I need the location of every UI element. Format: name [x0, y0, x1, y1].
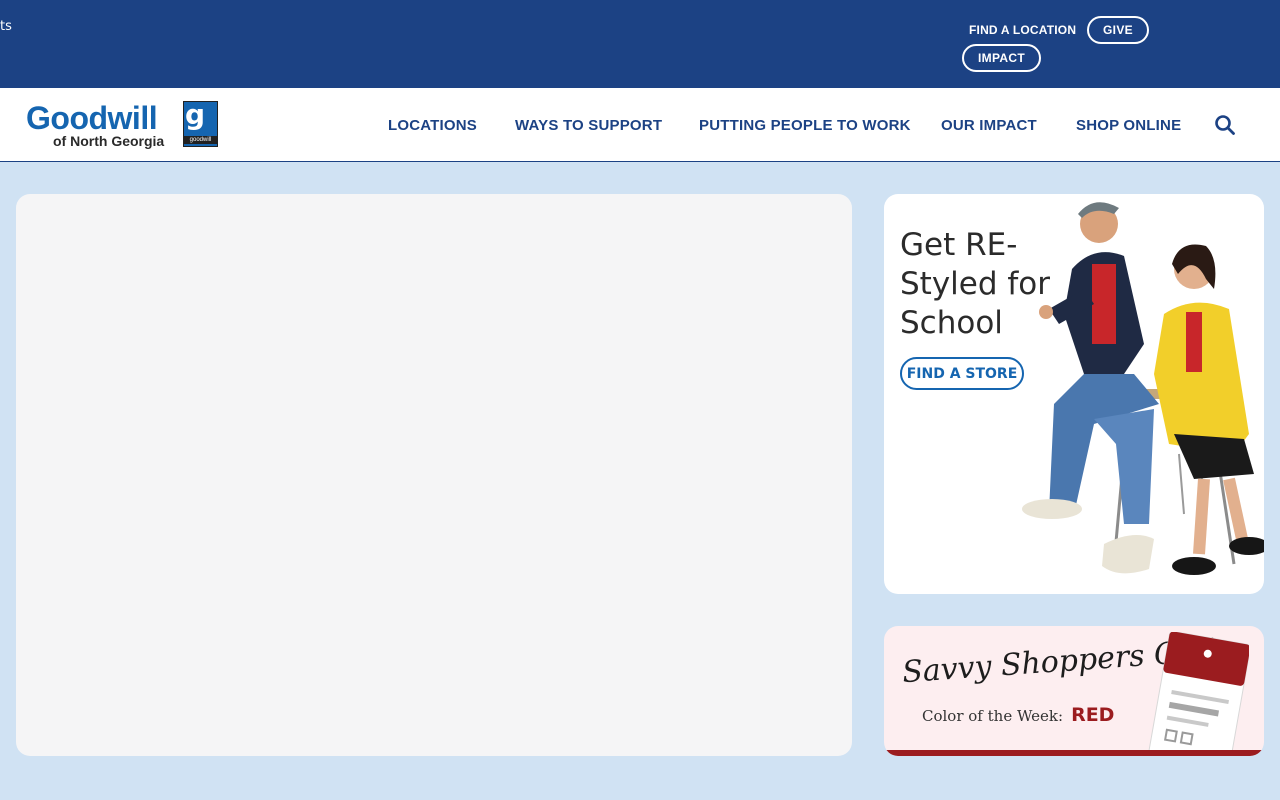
goodwill-smile-icon: g goodwill	[183, 98, 218, 147]
nav-putting-people-to-work[interactable]: PUTTING PEOPLE TO WORK	[699, 88, 911, 162]
find-a-store-button[interactable]: FIND A STORE	[900, 357, 1024, 390]
clipped-text: ts	[0, 19, 12, 34]
promo-title: Get RE-Styled for School	[900, 227, 1051, 341]
savvy-shoppers-club-banner[interactable]: Savvy Shoppers Club Color of the Week: RE…	[884, 626, 1264, 756]
logo-wordmark: Goodwill	[26, 100, 158, 136]
top-utility-bar: ts FIND A LOCATION GIVE IMPACT	[0, 0, 1280, 88]
color-of-week-label: Color of the Week:	[922, 707, 1064, 725]
impact-button[interactable]: IMPACT	[962, 44, 1041, 72]
club-bottom-bar	[884, 750, 1264, 756]
price-tag-icon	[1145, 632, 1249, 756]
nav-locations[interactable]: LOCATIONS	[388, 88, 477, 162]
nav-ways-to-support[interactable]: WAYS TO SUPPORT	[515, 88, 662, 162]
color-of-week-value: RED	[1071, 704, 1115, 726]
search-icon[interactable]	[1214, 114, 1236, 136]
give-button[interactable]: GIVE	[1087, 16, 1149, 44]
nav-shop-online[interactable]: SHOP ONLINE	[1076, 88, 1181, 162]
find-a-location-link[interactable]: FIND A LOCATION	[969, 23, 1076, 37]
logo-mark-text: goodwill	[184, 136, 217, 144]
nav-our-impact[interactable]: OUR IMPACT	[941, 88, 1037, 162]
color-of-week: Color of the Week: RED	[922, 704, 1114, 726]
main-header: Goodwill of North Georgia g goodwill LOC…	[0, 88, 1280, 162]
goodwill-logo[interactable]: Goodwill of North Georgia g goodwill	[26, 98, 226, 151]
hero-placeholder-card	[16, 194, 852, 756]
restyled-promo-card[interactable]: Get RE-Styled for School FIND A STORE	[884, 194, 1264, 594]
logo-subtitle: of North Georgia	[53, 133, 165, 149]
